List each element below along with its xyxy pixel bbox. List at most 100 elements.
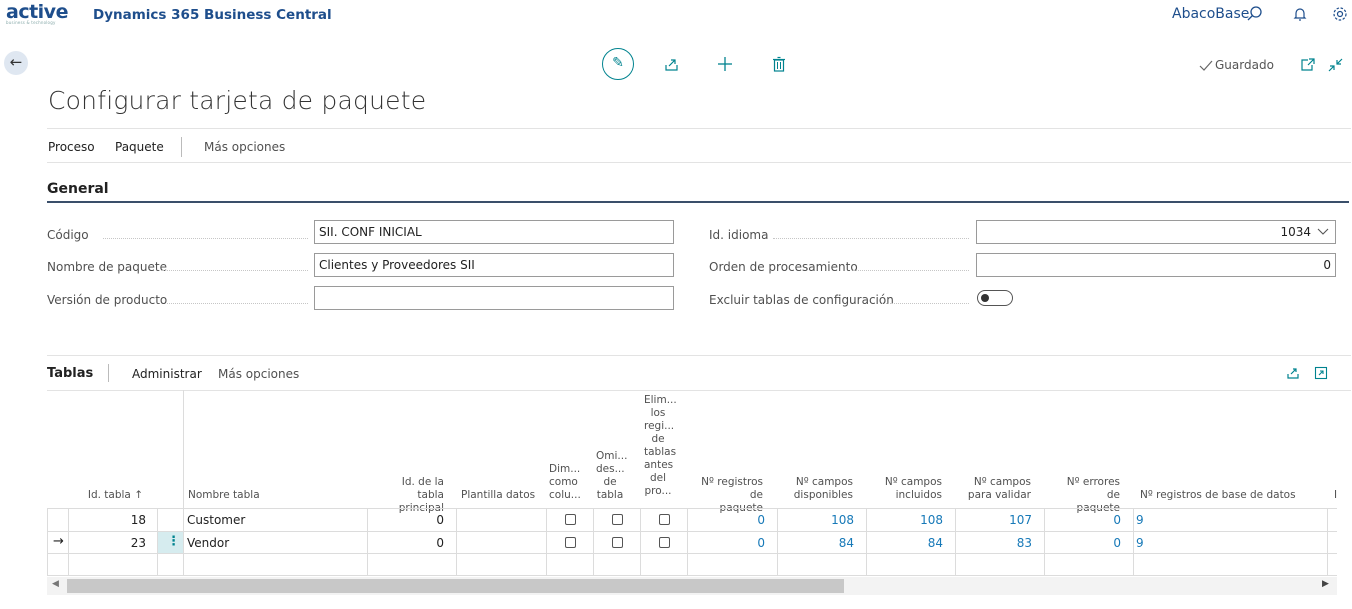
grid-line [47, 531, 1337, 532]
cell-campos-incluidos[interactable]: 84 [869, 536, 943, 550]
scroll-right-icon[interactable]: ▶ [1322, 579, 1329, 589]
checkbox-omitir-descripcion[interactable] [612, 514, 623, 525]
grid-line [47, 508, 48, 575]
checkbox-dim-como-columnas[interactable] [565, 537, 576, 548]
divider [47, 162, 1351, 163]
cell-campos-validar[interactable]: 107 [958, 513, 1032, 527]
share-icon[interactable] [1286, 366, 1300, 380]
column-header-id-tabla-principal[interactable]: Id. de la tabla principal [373, 476, 444, 515]
codigo-input[interactable]: SII. CONF INICIAL [314, 220, 674, 244]
cell-id-tabla-principal[interactable]: 0 [370, 536, 444, 550]
id-idioma-select[interactable]: 1034 [976, 220, 1336, 244]
cell-id-tabla-principal[interactable]: 0 [370, 513, 444, 527]
column-header-dim-como-columnas[interactable]: Dim... como colu... [549, 463, 581, 502]
column-header-campos-validar[interactable]: Nº campos para validar [966, 476, 1031, 502]
expand-icon[interactable] [1314, 366, 1328, 380]
grid-line [183, 390, 184, 575]
column-header-campos-incluidos[interactable]: Nº campos incluidos [876, 476, 942, 502]
grid-line [47, 508, 1337, 509]
column-header-registros-base-datos[interactable]: Nº registros de base de datos [1140, 489, 1296, 502]
column-header-errores-paquete[interactable]: Nº errores de paquete [1053, 476, 1120, 515]
cell-registros-base-datos[interactable]: 9 [1136, 536, 1144, 550]
gear-icon[interactable] [1332, 6, 1348, 22]
company-logo-subtitle: business & technology [6, 20, 56, 25]
cell-registros-paquete[interactable]: 0 [690, 536, 765, 550]
pencil-icon[interactable]: ✎ [602, 48, 634, 80]
search-icon[interactable] [1247, 6, 1263, 22]
column-header-registros-paquete[interactable]: Nº registros de paquete [689, 476, 763, 515]
column-header-nombre-tabla[interactable]: Nombre tabla [188, 489, 260, 502]
action-administrar[interactable]: Administrar [132, 367, 202, 381]
checkbox-omitir-descripcion[interactable] [612, 537, 623, 548]
checkbox-dim-como-columnas[interactable] [565, 514, 576, 525]
field-label-nombre-paquete: Nombre de paquete [47, 260, 167, 274]
cell-errores-paquete[interactable]: 0 [1047, 513, 1121, 527]
checkbox-eliminar-registros[interactable] [659, 514, 670, 525]
back-arrow-icon[interactable]: ← [4, 51, 28, 75]
open-new-window-icon[interactable] [1300, 58, 1315, 72]
cell-campos-validar[interactable]: 83 [958, 536, 1032, 550]
column-header-omitir-descripcion[interactable]: Omi... des... de tabla [596, 450, 627, 502]
current-row-arrow-icon: → [53, 534, 64, 549]
grid-line [1327, 508, 1328, 575]
field-label-version-producto: Versión de producto [47, 293, 168, 307]
grid-line [955, 508, 956, 575]
trash-icon[interactable] [772, 56, 786, 72]
cell-registros-paquete[interactable]: 0 [690, 513, 765, 527]
grid-line [68, 508, 69, 575]
action-more-options[interactable]: Más opciones [204, 140, 285, 154]
field-dots [853, 270, 969, 271]
divider [47, 355, 1351, 356]
grid-line [546, 508, 547, 575]
ellipsis-vertical-icon[interactable]: ⋮ [167, 534, 180, 549]
column-header-id-tabla[interactable]: Id. tabla ↑ [68, 489, 143, 502]
action-more-options-tablas[interactable]: Más opciones [218, 367, 299, 381]
grid-line [866, 508, 867, 575]
cell-id-tabla[interactable]: 23 [70, 536, 146, 550]
column-header-campos-disponibles[interactable]: Nº campos disponibles [786, 476, 853, 502]
chevron-down-icon[interactable] [1317, 228, 1329, 236]
field-label-codigo: Código [47, 228, 89, 242]
cell-id-tabla[interactable]: 18 [70, 513, 146, 527]
divider [47, 128, 1351, 129]
action-paquete[interactable]: Paquete [115, 140, 164, 154]
cell-nombre-tabla[interactable]: Customer [187, 513, 245, 527]
version-producto-input[interactable] [314, 286, 674, 310]
column-header-plantilla-datos[interactable]: Plantilla datos [461, 489, 535, 502]
section-title-tablas[interactable]: Tablas [47, 366, 93, 381]
cell-nombre-tabla[interactable]: Vendor [187, 536, 229, 550]
action-separator [108, 364, 109, 382]
nombre-paquete-input[interactable]: Clientes y Proveedores SII [314, 253, 674, 277]
company-name[interactable]: AbacoBase [1172, 6, 1249, 22]
column-header-next-truncated[interactable]: I [1334, 489, 1337, 502]
grid-line [593, 508, 594, 575]
cell-errores-paquete[interactable]: 0 [1047, 536, 1121, 550]
field-label-orden-procesamiento: Orden de procesamiento [709, 260, 858, 274]
section-title-general[interactable]: General [47, 181, 109, 197]
field-dots [773, 238, 969, 239]
share-icon[interactable] [664, 57, 679, 72]
checkbox-eliminar-registros[interactable] [659, 537, 670, 548]
grid-line [47, 553, 1337, 554]
orden-procesamiento-input[interactable]: 0 [976, 253, 1336, 277]
collapse-icon[interactable] [1328, 58, 1343, 72]
grid-line [777, 508, 778, 575]
grid-line [640, 508, 641, 575]
action-separator [181, 137, 182, 157]
scrollbar-thumb[interactable] [67, 579, 844, 593]
plus-icon[interactable] [717, 56, 733, 72]
cell-campos-disponibles[interactable]: 108 [780, 513, 854, 527]
cell-campos-incluidos[interactable]: 108 [869, 513, 943, 527]
field-dots [882, 303, 969, 304]
grid-line [687, 508, 688, 575]
cell-campos-disponibles[interactable]: 84 [780, 536, 854, 550]
row-menu-button[interactable]: ⋮ [158, 532, 183, 553]
action-proceso[interactable]: Proceso [48, 140, 95, 154]
bell-icon[interactable] [1292, 6, 1308, 22]
app-title[interactable]: Dynamics 365 Business Central [93, 7, 332, 23]
cell-registros-base-datos[interactable]: 9 [1136, 513, 1144, 527]
grid-line [47, 575, 1337, 576]
column-header-eliminar-registros[interactable]: Elim... los regi... de tablas antes del pro... [644, 394, 677, 498]
excluir-tablas-toggle[interactable] [977, 290, 1013, 306]
scroll-left-icon[interactable]: ◀ [52, 579, 59, 589]
